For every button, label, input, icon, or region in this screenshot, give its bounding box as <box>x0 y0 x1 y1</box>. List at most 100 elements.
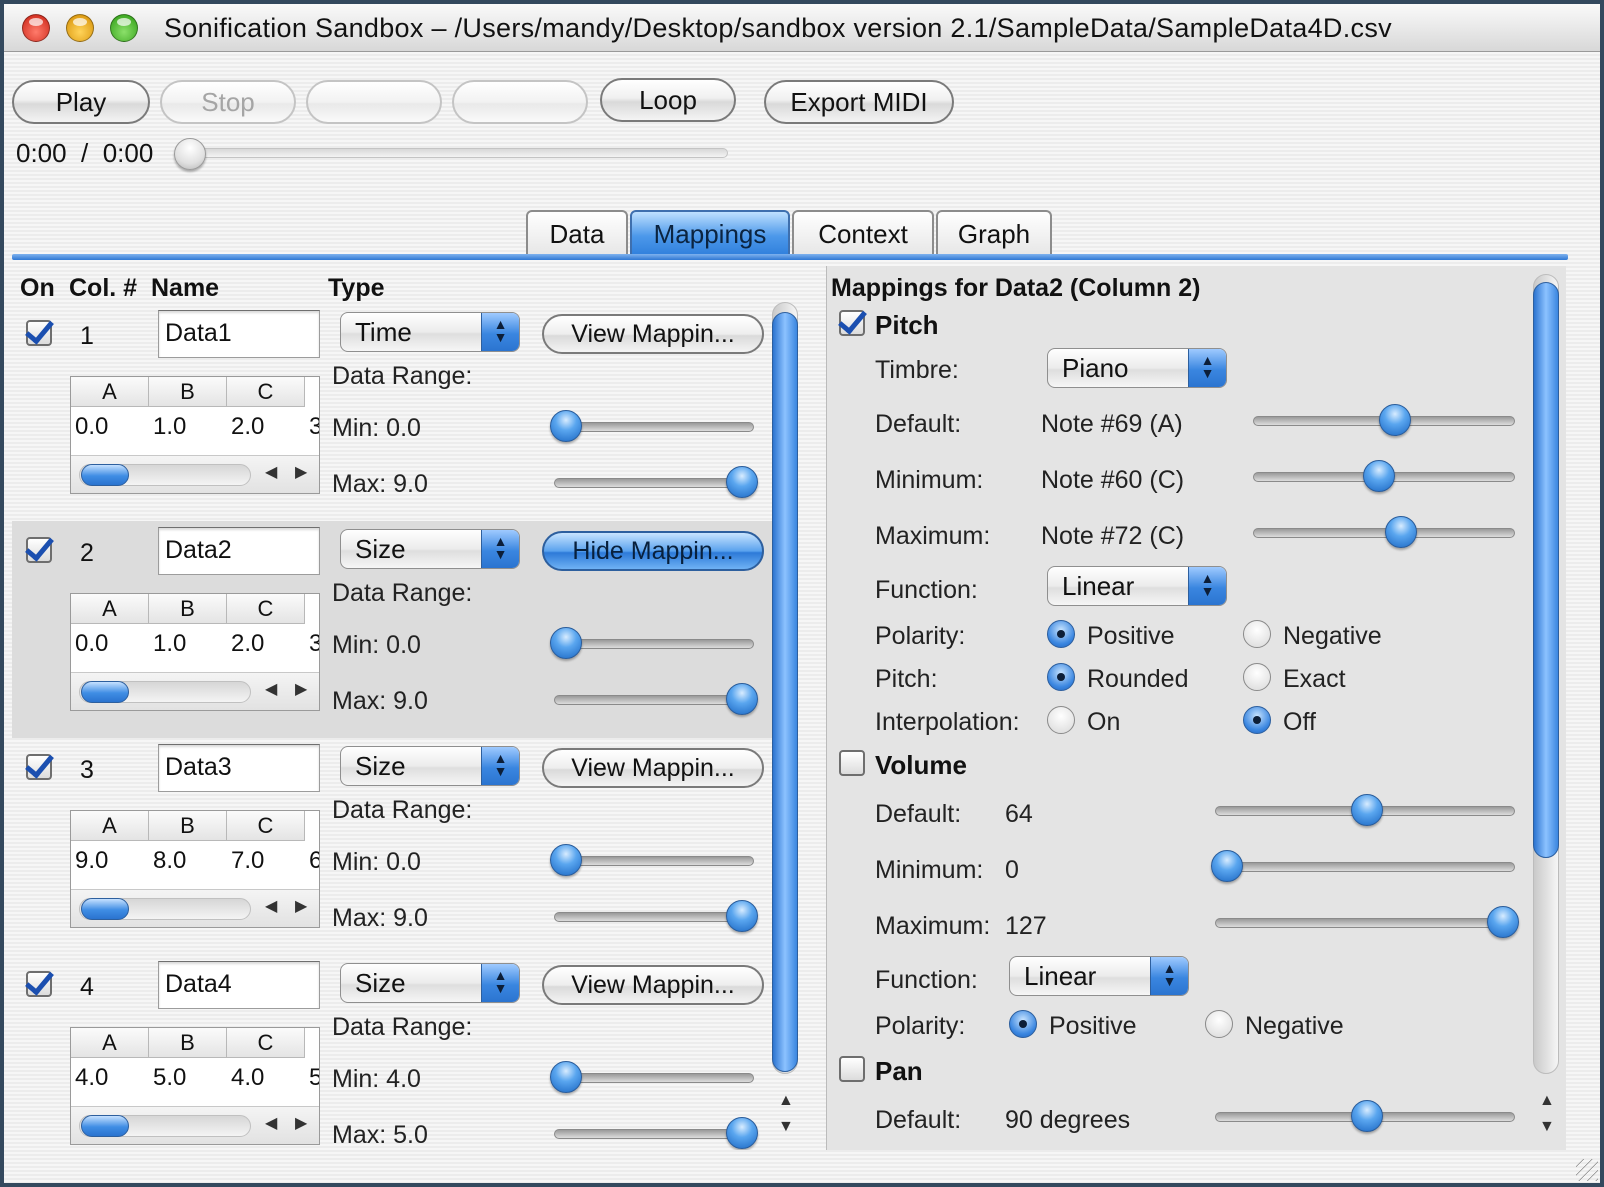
close-traffic-light-icon[interactable] <box>22 14 50 42</box>
column-2-min-track[interactable] <box>554 639 754 649</box>
scroll-right-arrow-icon[interactable]: ▶ <box>295 462 307 482</box>
volume-default-slider-knob[interactable] <box>1351 794 1383 826</box>
scroll-thumb[interactable] <box>81 1115 129 1137</box>
column-3-on-checkbox[interactable] <box>26 754 52 780</box>
columns-scroll-thumb[interactable] <box>772 312 798 1072</box>
tab-graph[interactable]: Graph <box>936 210 1052 256</box>
column-4-max-slider-knob[interactable] <box>726 1117 758 1149</box>
column-3-min-slider-knob[interactable] <box>550 844 582 876</box>
pitch-maximum-track[interactable] <box>1253 528 1515 538</box>
tab-mappings[interactable]: Mappings <box>630 210 790 256</box>
column-2-max-track[interactable] <box>554 695 754 705</box>
volume-maximum-track[interactable] <box>1215 918 1515 928</box>
column-3-name-field[interactable]: Data3 <box>158 744 320 792</box>
export-midi-button[interactable]: Export MIDI <box>764 80 954 124</box>
scroll-thumb[interactable] <box>81 898 129 920</box>
scroll-right-arrow-icon[interactable]: ▶ <box>295 896 307 916</box>
tab-data[interactable]: Data <box>526 210 628 256</box>
table-horizontal-scrollbar[interactable]: ◀ ▶ <box>71 1106 319 1144</box>
scroll-left-arrow-icon[interactable]: ◀ <box>265 462 277 482</box>
minimize-traffic-light-icon[interactable] <box>66 14 94 42</box>
column-4-data-table[interactable]: A B C 4.0 5.0 4.0 5 ◀ ▶ <box>70 1027 320 1145</box>
blank-button-2[interactable] <box>452 80 588 124</box>
scroll-down-arrow-icon[interactable]: ▼ <box>778 1118 794 1136</box>
column-2-data-table[interactable]: A B C 0.0 1.0 2.0 3 ◀ ▶ <box>70 593 320 711</box>
pitch-minimum-slider-knob[interactable] <box>1363 460 1395 492</box>
scroll-left-arrow-icon[interactable]: ◀ <box>265 1113 277 1133</box>
pan-enable-checkbox[interactable] <box>839 1056 865 1082</box>
pitch-function-select[interactable]: Linear ▲ ▼ <box>1047 566 1227 606</box>
scroll-up-arrow-icon[interactable]: ▲ <box>778 1092 794 1110</box>
column-2-on-checkbox[interactable] <box>26 537 52 563</box>
scroll-up-arrow-icon[interactable]: ▲ <box>1539 1092 1555 1110</box>
zoom-traffic-light-icon[interactable] <box>110 14 138 42</box>
scroll-right-arrow-icon[interactable]: ▶ <box>295 679 307 699</box>
column-1-max-slider-knob[interactable] <box>726 466 758 498</box>
stop-button[interactable]: Stop <box>160 80 296 124</box>
pitch-default-slider-knob[interactable] <box>1379 404 1411 436</box>
pitch-exact-radio[interactable] <box>1243 663 1271 691</box>
column-4-name-field[interactable]: Data4 <box>158 961 320 1009</box>
column-4-view-mappings-button[interactable]: View Mappin... <box>542 965 764 1005</box>
volume-polarity-negative-radio[interactable] <box>1205 1010 1233 1038</box>
volume-function-select[interactable]: Linear ▲ ▼ <box>1009 956 1189 996</box>
interpolation-off-radio[interactable] <box>1243 706 1271 734</box>
volume-polarity-positive-radio[interactable] <box>1009 1010 1037 1038</box>
column-2-name-field[interactable]: Data2 <box>158 527 320 575</box>
up-down-arrows-icon: ▲ ▼ <box>481 530 519 568</box>
table-horizontal-scrollbar[interactable]: ◀ ▶ <box>71 455 319 493</box>
column-3-data-table[interactable]: A B C 9.0 8.0 7.0 6 ◀ ▶ <box>70 810 320 928</box>
column-2-type-select[interactable]: Size ▲ ▼ <box>340 529 520 569</box>
pitch-enable-checkbox[interactable] <box>839 310 865 336</box>
scroll-left-arrow-icon[interactable]: ◀ <box>265 896 277 916</box>
interpolation-on-radio[interactable] <box>1047 706 1075 734</box>
volume-minimum-slider-knob[interactable] <box>1211 850 1243 882</box>
title-bar[interactable]: Sonification Sandbox – /Users/mandy/Desk… <box>4 4 1600 52</box>
timbre-select[interactable]: Piano ▲ ▼ <box>1047 348 1227 388</box>
table-horizontal-scrollbar[interactable]: ◀ ▶ <box>71 889 319 927</box>
column-1-type-select[interactable]: Time ▲ ▼ <box>340 312 520 352</box>
volume-minimum-track[interactable] <box>1215 862 1515 872</box>
scroll-down-arrow-icon[interactable]: ▼ <box>1539 1118 1555 1136</box>
column-1-min-slider-knob[interactable] <box>550 410 582 442</box>
column-1-view-mappings-button[interactable]: View Mappin... <box>542 314 764 354</box>
pan-default-slider-knob[interactable] <box>1351 1100 1383 1132</box>
table-horizontal-scrollbar[interactable]: ◀ ▶ <box>71 672 319 710</box>
loop-button[interactable]: Loop <box>600 78 736 122</box>
column-2-max-slider-knob[interactable] <box>726 683 758 715</box>
column-1-data-table[interactable]: A B C 0.0 1.0 2.0 3 ◀ ▶ <box>70 376 320 494</box>
blank-button-1[interactable] <box>306 80 442 124</box>
volume-enable-checkbox[interactable] <box>839 750 865 776</box>
pitch-maximum-slider-knob[interactable] <box>1385 516 1417 548</box>
column-1-on-checkbox[interactable] <box>26 320 52 346</box>
pitch-rounded-radio[interactable] <box>1047 663 1075 691</box>
playback-track[interactable] <box>184 148 728 158</box>
scroll-thumb[interactable] <box>81 681 129 703</box>
column-3-min-track[interactable] <box>554 856 754 866</box>
scroll-right-arrow-icon[interactable]: ▶ <box>295 1113 307 1133</box>
scroll-thumb[interactable] <box>81 464 129 486</box>
playback-slider-knob[interactable] <box>174 138 206 170</box>
column-3-max-slider-knob[interactable] <box>726 900 758 932</box>
volume-maximum-slider-knob[interactable] <box>1487 906 1519 938</box>
column-4-type-select[interactable]: Size ▲ ▼ <box>340 963 520 1003</box>
column-1-min-track[interactable] <box>554 422 754 432</box>
column-1-name-field[interactable]: Data1 <box>158 310 320 358</box>
scroll-left-arrow-icon[interactable]: ◀ <box>265 679 277 699</box>
column-3-max-track[interactable] <box>554 912 754 922</box>
column-4-min-track[interactable] <box>554 1073 754 1083</box>
column-4-max-track[interactable] <box>554 1129 754 1139</box>
column-1-max-track[interactable] <box>554 478 754 488</box>
resize-grip-icon[interactable] <box>1576 1159 1598 1181</box>
column-3-type-select[interactable]: Size ▲ ▼ <box>340 746 520 786</box>
pitch-polarity-positive-radio[interactable] <box>1047 620 1075 648</box>
column-3-view-mappings-button[interactable]: View Mappin... <box>542 748 764 788</box>
column-2-hide-mappings-button[interactable]: Hide Mappin... <box>542 531 764 571</box>
play-button[interactable]: Play <box>12 80 150 124</box>
tab-context[interactable]: Context <box>792 210 934 256</box>
column-4-min-slider-knob[interactable] <box>550 1061 582 1093</box>
pitch-polarity-negative-radio[interactable] <box>1243 620 1271 648</box>
mappings-scroll-thumb[interactable] <box>1533 282 1559 858</box>
column-2-min-slider-knob[interactable] <box>550 627 582 659</box>
column-4-on-checkbox[interactable] <box>26 971 52 997</box>
